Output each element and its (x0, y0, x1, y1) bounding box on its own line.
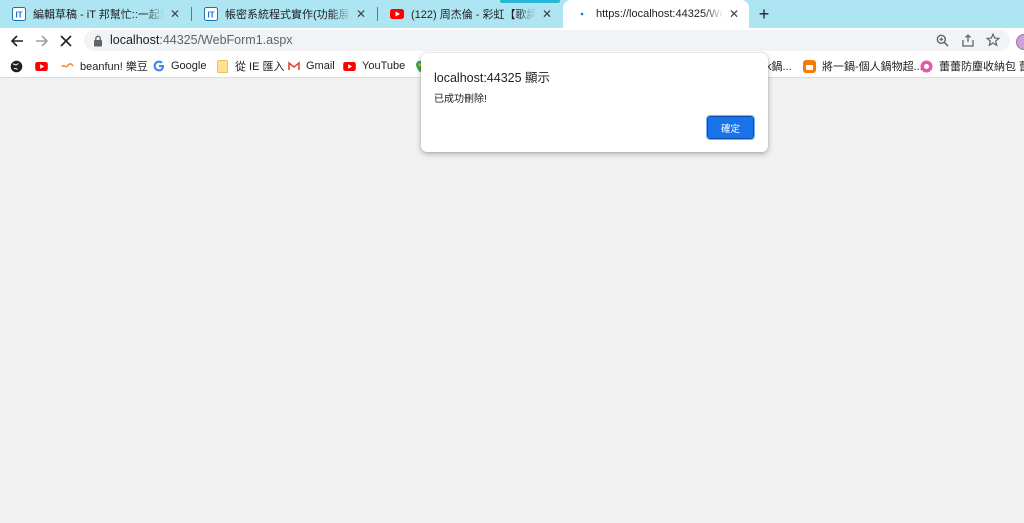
bookmark-label: 將一鍋-個人鍋物超... (822, 61, 923, 73)
lock-icon[interactable] (93, 34, 103, 52)
tab-strip: IT 編輯草稿 - iT 邦幫忙::一起幫忙解決難題 ✕ IT 帳密系統程式實作… (0, 0, 1024, 28)
url-text[interactable]: localhost:44325/WebForm1.aspx (110, 33, 293, 47)
bookmark-beanfun[interactable]: beanfun! 樂豆 (61, 58, 148, 74)
youtube-icon (390, 7, 404, 21)
url-path: :44325/WebForm1.aspx (159, 33, 293, 47)
bookmark-label: 蕾蕾防塵收納包 蕾... (939, 61, 1024, 73)
arrow-left-icon (10, 35, 23, 47)
tab-title: (122) 周杰倫 - 彩虹【歌詞】 - YouTube (411, 9, 536, 21)
close-icon[interactable]: ✕ (727, 7, 741, 21)
bookmark-label: YouTube (362, 60, 406, 72)
shop-icon (803, 59, 816, 73)
tab-title: 編輯草稿 - iT 邦幫忙::一起幫忙解決難題 (33, 9, 164, 21)
dialog-title: localhost:44325 顯示 (434, 71, 551, 85)
google-icon (152, 60, 165, 73)
beanfun-icon (61, 60, 74, 73)
bookmark-label: 從 IE 匯入 (235, 61, 285, 73)
alert-dialog: localhost:44325 顯示 已成功刪除! 確定 (421, 53, 768, 152)
close-icon[interactable]: ✕ (168, 7, 182, 21)
bookmark-globe[interactable] (10, 58, 29, 74)
ithome-icon: IT (204, 7, 218, 21)
loading-icon (575, 7, 589, 21)
forward-button[interactable] (33, 32, 51, 50)
bookmark-youtube[interactable]: YouTube (343, 58, 405, 74)
shop-pink-icon (920, 60, 933, 73)
bookmark-folder-ie[interactable]: 從 IE 匯入 (216, 58, 285, 74)
bookmark-label: beanfun! 樂豆 (80, 61, 148, 73)
ithome-icon: IT (12, 7, 26, 21)
bookmark-hotpot-partial[interactable]: k鍋... (766, 58, 792, 74)
stop-button[interactable] (57, 32, 75, 50)
bookmark-label: k鍋... (766, 61, 792, 73)
bookmark-youtube-icon-only[interactable] (35, 58, 54, 74)
zoom-icon[interactable] (934, 32, 950, 48)
bookmark-storage-bag[interactable]: 蕾蕾防塵收納包 蕾... (920, 58, 1024, 74)
close-icon[interactable]: ✕ (540, 7, 554, 21)
dialog-message: 已成功刪除! (434, 94, 487, 105)
back-button[interactable] (8, 32, 26, 50)
url-host: localhost (110, 33, 160, 47)
stop-icon (60, 35, 72, 47)
arrow-right-icon (36, 35, 49, 47)
svg-text:IT: IT (15, 11, 22, 20)
tab-title: 帳密系統程式實作(功能展示) - iT 邦幫忙 (225, 9, 350, 21)
bookmark-gmail[interactable]: Gmail (287, 58, 335, 74)
new-tab-button[interactable]: + (754, 4, 774, 24)
tab-ithome-account[interactable]: IT 帳密系統程式實作(功能展示) - iT 邦幫忙 ✕ (192, 0, 376, 28)
share-icon[interactable] (960, 32, 976, 48)
star-icon[interactable] (985, 32, 1001, 48)
tab-title: https://localhost:44325/WebForm1.aspx (596, 8, 723, 20)
tab-localhost[interactable]: https://localhost:44325/WebForm1.aspx ✕ (563, 0, 749, 28)
bookmark-label: Gmail (306, 60, 335, 72)
folder-icon (216, 59, 229, 73)
ok-button[interactable]: 確定 (706, 115, 755, 140)
globe-icon (10, 60, 23, 73)
toolbar: localhost:44325/WebForm1.aspx (0, 28, 1024, 54)
profile-avatar[interactable] (1016, 34, 1024, 50)
svg-text:IT: IT (207, 11, 214, 20)
tab-youtube[interactable]: (122) 周杰倫 - 彩虹【歌詞】 - YouTube ✕ (378, 0, 562, 28)
tab-ithome-draft[interactable]: IT 編輯草稿 - iT 邦幫忙::一起幫忙解決難題 ✕ (0, 0, 190, 28)
address-bar[interactable]: localhost:44325/WebForm1.aspx (84, 30, 1010, 51)
bookmark-google[interactable]: Google (152, 58, 206, 74)
close-icon[interactable]: ✕ (354, 7, 368, 21)
youtube-icon (343, 60, 356, 73)
bookmark-label: Google (171, 60, 207, 72)
gmail-icon (287, 60, 300, 73)
youtube-icon (35, 60, 48, 73)
bookmark-hotpot-shop[interactable]: 將一鍋-個人鍋物超... (803, 58, 923, 74)
